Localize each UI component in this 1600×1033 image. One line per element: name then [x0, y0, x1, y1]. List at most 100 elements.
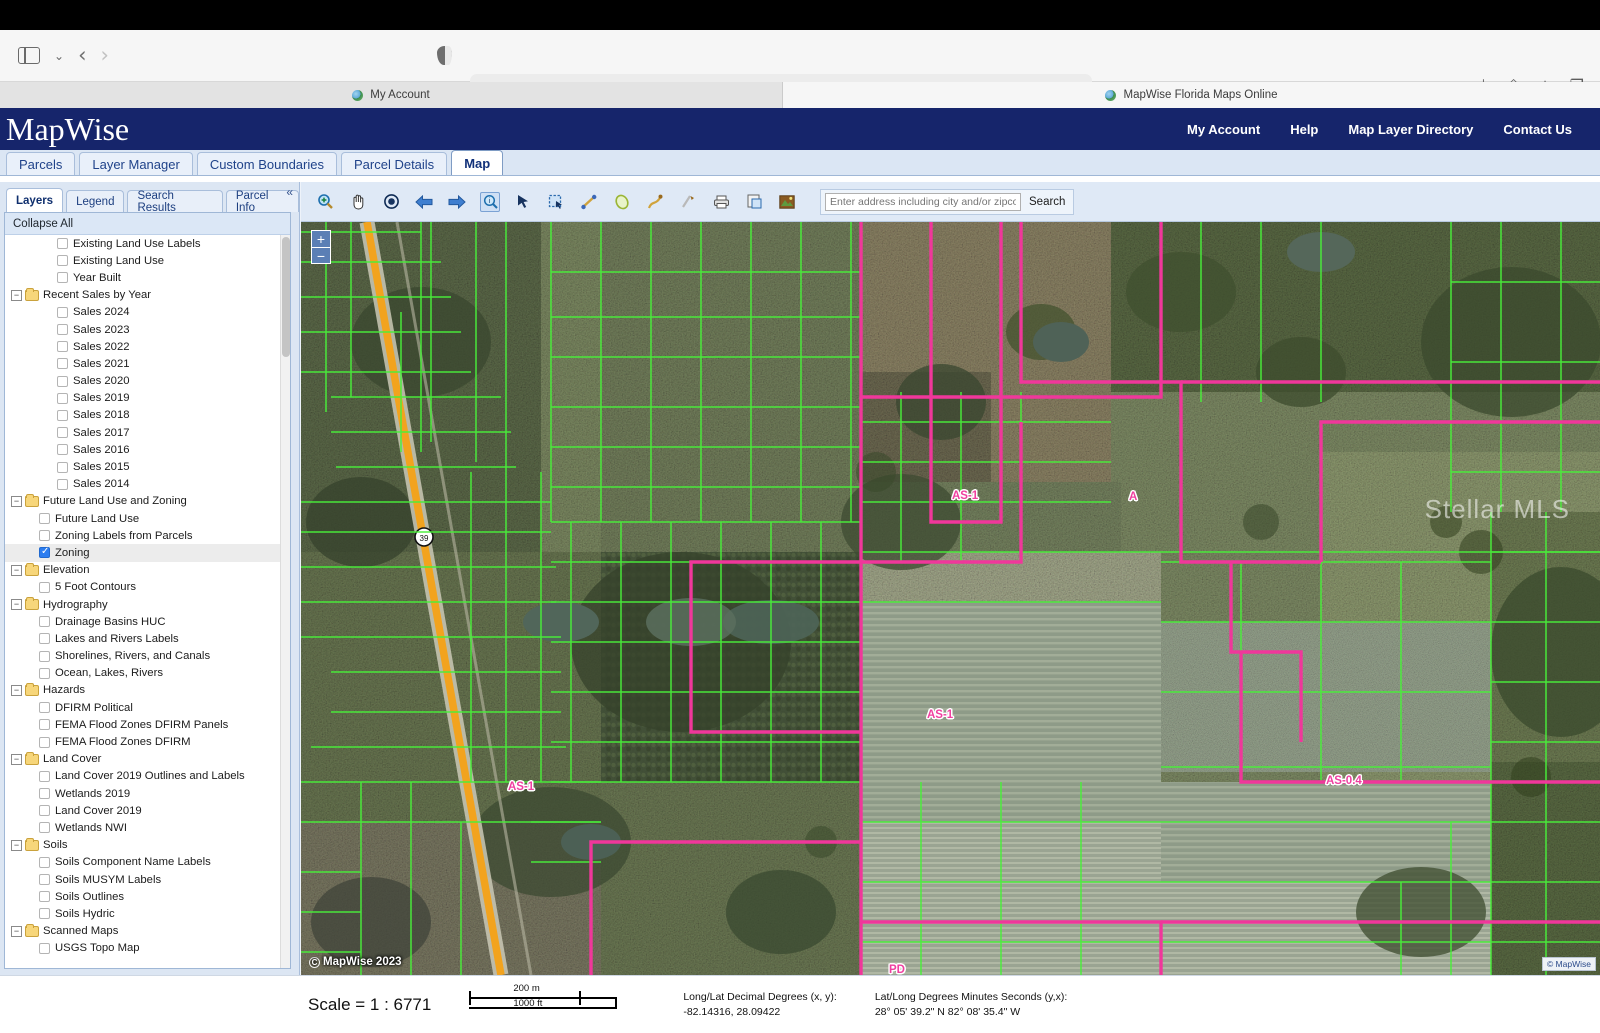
layer-row[interactable]: Zoning: [5, 544, 290, 562]
layer-group-row[interactable]: − Land Cover: [5, 751, 290, 768]
identify-icon[interactable]: i: [480, 191, 500, 212]
layer-row[interactable]: Sales 2020: [5, 373, 290, 390]
select-box-icon[interactable]: [546, 192, 566, 212]
mapwise-logo[interactable]: MapWise: [6, 111, 129, 148]
layer-row[interactable]: Wetlands 2019: [5, 785, 290, 802]
layer-checkbox[interactable]: [39, 667, 50, 679]
layer-checkbox[interactable]: [39, 822, 50, 834]
layer-group-row[interactable]: − Recent Sales by Year: [5, 287, 290, 304]
search-button[interactable]: Search: [1029, 196, 1065, 208]
layer-checkbox[interactable]: [57, 358, 68, 370]
back-button[interactable]: ‹: [78, 45, 86, 66]
layer-row[interactable]: DFIRM Political: [5, 699, 290, 716]
layer-checkbox[interactable]: [39, 805, 50, 817]
layer-checkbox[interactable]: [57, 341, 68, 353]
select-pointer-icon[interactable]: [513, 192, 533, 212]
layer-checkbox[interactable]: [39, 719, 50, 731]
map-canvas[interactable]: 39 + − Stellar MLS C MapWise 2023 © MapW…: [301, 222, 1600, 975]
layer-checkbox[interactable]: [57, 375, 68, 387]
layer-row[interactable]: 5 Foot Contours: [5, 579, 290, 596]
pan-hand-icon[interactable]: [348, 192, 368, 212]
layer-checkbox[interactable]: [39, 633, 50, 645]
expand-collapse-icon[interactable]: −: [11, 289, 22, 301]
layer-row[interactable]: Wetlands NWI: [5, 819, 290, 836]
layer-group-row[interactable]: − Hydrography: [5, 596, 290, 613]
layer-checkbox[interactable]: [57, 306, 68, 318]
layer-checkbox[interactable]: [57, 238, 68, 250]
tab-custom-boundaries[interactable]: Custom Boundaries: [196, 152, 337, 175]
zoom-full-extent-icon[interactable]: [381, 192, 401, 212]
tab-layer-manager[interactable]: Layer Manager: [79, 152, 193, 175]
layer-checkbox[interactable]: [39, 770, 50, 782]
layer-row[interactable]: Sales 2014: [5, 476, 290, 493]
layer-row[interactable]: Drainage Basins HUC: [5, 613, 290, 630]
layer-tree[interactable]: Existing Land Use Labels Existing Land Us…: [5, 235, 290, 968]
layer-row[interactable]: Sales 2019: [5, 390, 290, 407]
layer-checkbox[interactable]: [57, 409, 68, 421]
layer-checkbox[interactable]: [57, 255, 68, 267]
layer-row[interactable]: Year Built: [5, 269, 290, 286]
layer-checkbox[interactable]: [39, 736, 50, 748]
layer-checkbox[interactable]: [57, 427, 68, 439]
layer-row[interactable]: Sales 2023: [5, 321, 290, 338]
layer-row[interactable]: Sales 2015: [5, 458, 290, 475]
chevron-down-icon[interactable]: ⌄: [54, 49, 64, 63]
layer-row[interactable]: FEMA Flood Zones DFIRM: [5, 733, 290, 750]
collapse-all-button[interactable]: Collapse All: [5, 213, 290, 235]
layer-row[interactable]: Existing Land Use Labels: [5, 235, 290, 252]
layer-row[interactable]: Soils MUSYM Labels: [5, 871, 290, 888]
expand-collapse-icon[interactable]: −: [11, 564, 22, 576]
expand-collapse-icon[interactable]: −: [11, 925, 22, 937]
nav-map-layer-directory[interactable]: Map Layer Directory: [1348, 122, 1473, 137]
layer-group-row[interactable]: − Elevation: [5, 562, 290, 579]
zoom-in-button[interactable]: +: [311, 230, 331, 247]
layer-row[interactable]: Zoning Labels from Parcels: [5, 527, 290, 544]
privacy-shield-icon[interactable]: [437, 46, 452, 65]
layer-checkbox[interactable]: [57, 444, 68, 456]
search-input[interactable]: [825, 192, 1021, 211]
layer-row[interactable]: Land Cover 2019 Outlines and Labels: [5, 768, 290, 785]
forward-button[interactable]: ›: [100, 45, 108, 66]
expand-collapse-icon[interactable]: −: [11, 753, 22, 765]
layer-group-row[interactable]: − Hazards: [5, 682, 290, 699]
tab-parcel-details[interactable]: Parcel Details: [340, 152, 448, 175]
layer-group-row[interactable]: − Soils: [5, 837, 290, 854]
layer-row[interactable]: Land Cover 2019: [5, 802, 290, 819]
layer-row[interactable]: FEMA Flood Zones DFIRM Panels: [5, 716, 290, 733]
zoom-in-icon[interactable]: [315, 192, 335, 212]
layer-checkbox[interactable]: [39, 650, 50, 662]
layer-row[interactable]: Sales 2017: [5, 424, 290, 441]
nav-help[interactable]: Help: [1290, 122, 1318, 137]
scrollbar-thumb[interactable]: [282, 237, 290, 357]
layer-checkbox[interactable]: [39, 530, 50, 542]
layer-row[interactable]: Soils Component Name Labels: [5, 854, 290, 871]
layer-row[interactable]: Shorelines, Rivers, and Canals: [5, 648, 290, 665]
layer-checkbox[interactable]: [39, 702, 50, 714]
layer-row[interactable]: Soils Hydric: [5, 905, 290, 922]
measure-area-icon[interactable]: [612, 192, 632, 212]
browser-tab-mapwise[interactable]: MapWise Florida Maps Online: [783, 82, 1600, 108]
layer-row[interactable]: USGS Topo Map: [5, 940, 290, 957]
layer-checkbox[interactable]: [39, 546, 50, 559]
forward-arrow-icon[interactable]: [447, 192, 467, 212]
layer-checkbox[interactable]: [57, 272, 68, 284]
layer-checkbox[interactable]: [39, 616, 50, 628]
layer-checkbox[interactable]: [39, 788, 50, 800]
layer-group-row[interactable]: − Scanned Maps: [5, 923, 290, 940]
layer-checkbox[interactable]: [39, 856, 50, 868]
layer-row[interactable]: Sales 2018: [5, 407, 290, 424]
layer-row[interactable]: Sales 2021: [5, 355, 290, 372]
layer-group-row[interactable]: − Future Land Use and Zoning: [5, 493, 290, 510]
tab-map[interactable]: Map: [451, 150, 504, 175]
collapse-panel-icon[interactable]: «: [286, 185, 293, 199]
layer-checkbox[interactable]: [39, 942, 50, 954]
image-export-icon[interactable]: [777, 192, 797, 212]
panel-tab-layers[interactable]: Layers: [6, 188, 64, 212]
measure-distance-icon[interactable]: [579, 192, 599, 212]
layer-checkbox[interactable]: [39, 513, 50, 525]
panel-tab-legend[interactable]: Legend: [66, 190, 125, 212]
layer-row[interactable]: Sales 2016: [5, 441, 290, 458]
print-icon[interactable]: [711, 192, 731, 212]
layer-row[interactable]: Future Land Use: [5, 510, 290, 527]
layer-checkbox[interactable]: [57, 461, 68, 473]
